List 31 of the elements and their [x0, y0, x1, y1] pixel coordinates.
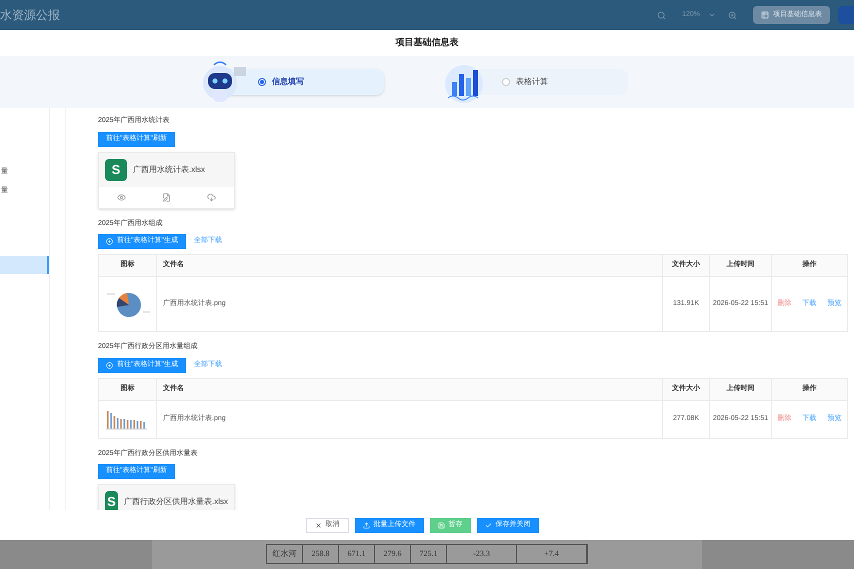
- edit-icon[interactable]: [162, 192, 171, 202]
- table-cell: 258.8: [303, 545, 339, 563]
- download-icon[interactable]: [207, 192, 216, 202]
- table-icon: [761, 11, 769, 19]
- sidebar-item[interactable]: [0, 256, 49, 274]
- plus-icon: [106, 362, 113, 368]
- radio-icon: [258, 78, 266, 86]
- file-card[interactable]: S 广西用水统计表.xlsx: [98, 152, 235, 208]
- preview-icon[interactable]: [117, 192, 126, 202]
- table-cell: 红水河: [267, 545, 303, 563]
- table-cell: 671.1: [339, 545, 375, 563]
- cancel-icon: [314, 522, 322, 528]
- zoom-out-icon[interactable]: [657, 10, 666, 20]
- table-cell: 725.1: [411, 545, 447, 563]
- app-title: 水资源公报: [0, 7, 61, 24]
- save-close-icon: [484, 522, 492, 528]
- plus-icon: [106, 238, 113, 245]
- spreadsheet-icon: S: [105, 491, 118, 510]
- file-name: 广西行政分区供用水量表.xlsx: [124, 496, 228, 508]
- modal-title: 项目基础信息表: [394, 36, 460, 50]
- radio-icon: [502, 78, 510, 86]
- file-name: 广西用水统计表.xlsx: [133, 164, 205, 176]
- table-cell: -23.3: [447, 545, 517, 563]
- upload-icon: [362, 522, 370, 528]
- table-cell: 279.6: [375, 545, 411, 563]
- chevron-icon[interactable]: [708, 11, 716, 19]
- spreadsheet-icon: S: [105, 158, 127, 180]
- table-cell: +7.4: [517, 545, 587, 563]
- file-card[interactable]: S 广西行政分区供用水量表.xlsx: [98, 484, 235, 510]
- zoom-in-icon[interactable]: [728, 10, 737, 20]
- save-draft-icon: [438, 522, 444, 528]
